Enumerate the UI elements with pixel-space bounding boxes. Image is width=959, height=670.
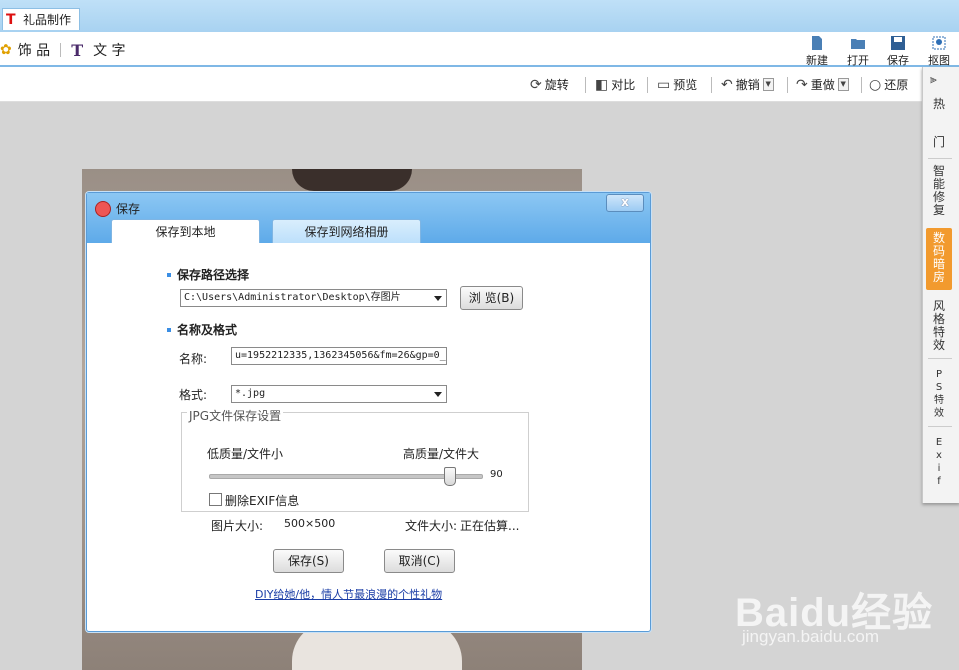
quality-slider-thumb[interactable]	[444, 467, 456, 486]
rotate-icon: ⟳	[530, 76, 542, 93]
redo-icon: ↷	[796, 76, 808, 93]
cancel-button[interactable]: 取消(C)	[384, 549, 455, 573]
new-button[interactable]: 新建	[800, 35, 834, 68]
restore-circle-icon: ○	[869, 76, 882, 93]
side-item-exif[interactable]: E x i f	[926, 436, 952, 488]
image-size-value: 500×500	[284, 517, 336, 530]
side-item-hot-1[interactable]: 热	[926, 98, 952, 111]
save-dialog: 保存 x 保存到本地 保存到网络相册 保存路径选择 C:\Users\Admin…	[86, 192, 651, 632]
browse-button[interactable]: 浏 览(B)	[460, 286, 523, 310]
toolbar-left: ✿ 饰 品 T 文 字	[0, 40, 126, 60]
strip-exif-checkbox[interactable]	[209, 493, 222, 506]
baidu-watermark-url: jingyan.baidu.com	[742, 627, 880, 646]
chevron-down-icon	[434, 296, 442, 301]
side-item-smart-repair[interactable]: 智 能 修 复	[926, 165, 952, 217]
cutout-button[interactable]: 抠图	[922, 35, 956, 68]
text-T-icon: T	[71, 40, 84, 60]
compare-button[interactable]: ◧ 对比	[595, 76, 635, 93]
strip-exif-label: 删除EXIF信息	[225, 494, 300, 508]
name-section-heading: 名称及格式	[167, 321, 237, 338]
save-button[interactable]: 保存(S)	[273, 549, 344, 573]
promo-link[interactable]: DIY给她/他，情人节最浪漫的个性礼物	[255, 586, 442, 602]
dialog-title-bar: 保存	[95, 200, 140, 217]
path-section-heading: 保存路径选择	[167, 266, 249, 283]
close-button[interactable]: x	[606, 194, 644, 212]
save-toolbar-button[interactable]: 保存	[881, 35, 915, 68]
undo-icon: ↶	[721, 76, 733, 93]
low-quality-label: 低质量/文件小	[207, 447, 284, 461]
format-select[interactable]: *.jpg	[231, 385, 447, 403]
high-quality-label: 高质量/文件大	[403, 447, 480, 461]
monitor-icon: ▭	[657, 76, 671, 93]
app-tab-title: 礼品制作	[23, 13, 72, 27]
flower-icon: ✿	[0, 42, 12, 58]
file-size-label: 文件大小:	[405, 519, 458, 533]
side-item-hot-2[interactable]: 门	[926, 136, 952, 149]
restore-button[interactable]: ○ 还原	[869, 76, 908, 93]
separator	[711, 77, 712, 93]
undo-dropdown-icon[interactable]: ▼	[762, 78, 774, 91]
side-divider	[928, 426, 952, 427]
redo-button[interactable]: ↷ 重做 ▼	[796, 76, 849, 93]
undo-button[interactable]: ↶ 撤销 ▼	[721, 76, 774, 93]
bullet-icon	[167, 272, 171, 277]
cutout-icon	[932, 36, 946, 50]
format-label: 格式:	[179, 388, 208, 402]
image-size-label: 图片大小:	[211, 519, 264, 533]
compare-icon: ◧	[595, 76, 609, 93]
side-divider	[928, 158, 952, 159]
quality-slider-track[interactable]	[209, 474, 483, 479]
side-item-darkroom[interactable]: 数 码 暗 房	[926, 228, 952, 290]
redo-dropdown-icon[interactable]: ▼	[837, 78, 849, 91]
app-tab[interactable]: T 礼品制作	[2, 8, 80, 30]
quality-value: 90	[490, 469, 503, 480]
separator	[787, 77, 788, 93]
separator	[647, 77, 648, 93]
collapse-panel-icon[interactable]: ⫸	[930, 72, 937, 87]
dialog-title: 保存	[116, 202, 141, 216]
rotate-button[interactable]: ⟳ 旋转	[530, 76, 569, 93]
side-item-ps-effects[interactable]: P S 特 效	[926, 368, 952, 420]
app-mascot-icon	[95, 200, 111, 217]
title-bar	[0, 0, 959, 32]
save-disk-icon	[891, 36, 905, 50]
preview-button[interactable]: ▭ 预览	[657, 76, 697, 93]
edit-toolbar	[0, 67, 922, 102]
side-divider	[928, 358, 952, 359]
folder-open-icon	[851, 39, 865, 49]
file-size-value: 正在估算...	[460, 519, 520, 533]
chevron-down-icon	[434, 392, 442, 397]
filename-input[interactable]: u=1952212335,1362345056&fm=26&gp=0_	[231, 347, 447, 365]
path-combo[interactable]: C:\Users\Administrator\Desktop\存图片	[180, 289, 447, 307]
side-item-style-effects[interactable]: 风 格 特 效	[926, 300, 952, 352]
separator	[861, 77, 862, 93]
new-file-icon	[812, 36, 822, 50]
tab-save-album[interactable]: 保存到网络相册	[272, 219, 421, 243]
separator	[585, 77, 586, 93]
text-button[interactable]: 文 字	[93, 40, 125, 60]
toolbar-divider	[60, 43, 62, 57]
bullet-icon	[167, 327, 171, 332]
jpg-settings-title: JPG文件保存设置	[187, 407, 284, 424]
path-value: C:\Users\Administrator\Desktop\存图片	[184, 292, 401, 303]
gift-logo-icon: T	[6, 11, 16, 28]
photo-subject-head	[292, 169, 412, 191]
name-label: 名称:	[179, 352, 208, 366]
tab-save-local[interactable]: 保存到本地	[111, 219, 260, 243]
decor-button[interactable]: 饰 品	[18, 40, 50, 60]
open-button[interactable]: 打开	[841, 35, 875, 68]
